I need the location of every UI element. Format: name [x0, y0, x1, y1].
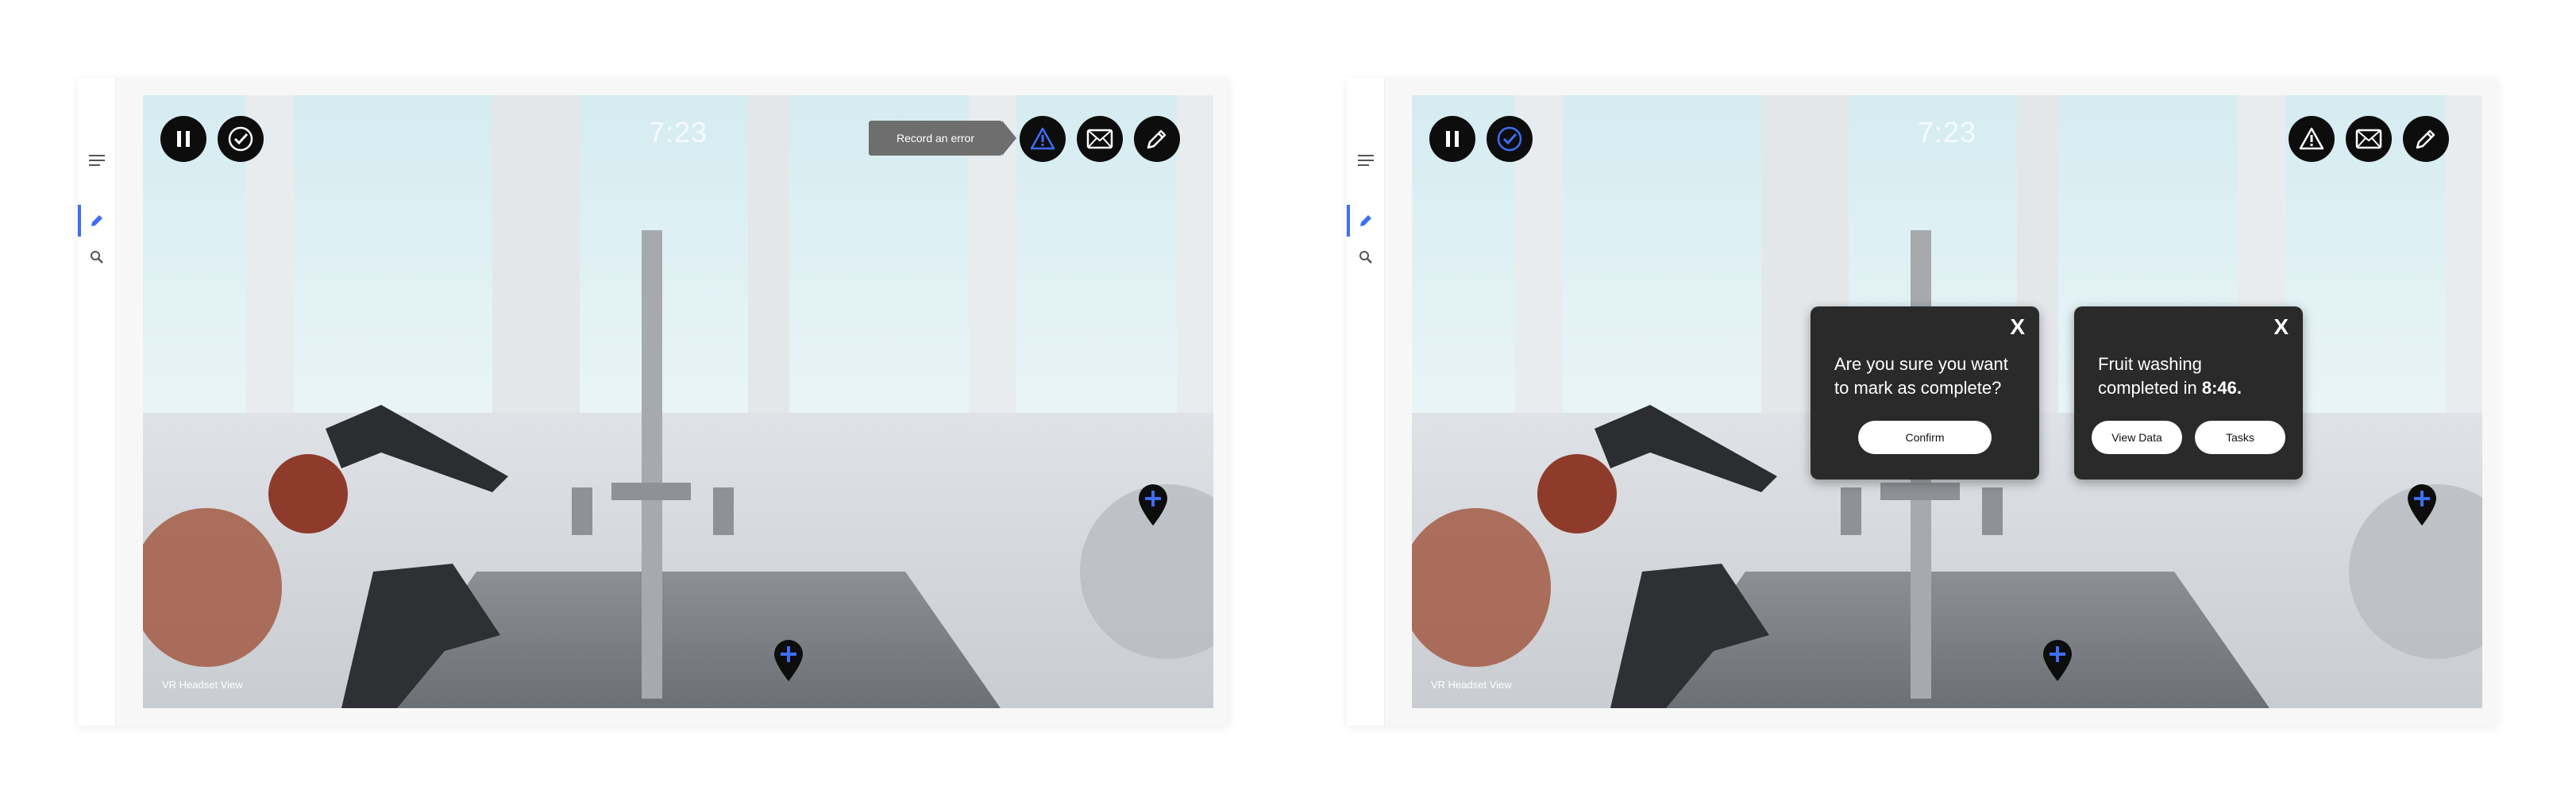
close-button[interactable]: X [2273, 314, 2289, 340]
view-data-button[interactable]: View Data [2092, 421, 2182, 454]
location-pin-icon[interactable] [773, 638, 804, 683]
session-clock: 7:23 [648, 116, 708, 148]
left-screen-panel: 7:23 Record an error VR Headset View [78, 78, 1229, 726]
confirm-complete-dialog: X Are you sure you want to mark as compl… [1811, 306, 2039, 480]
warning-icon [1030, 127, 1055, 150]
check-circle-icon [1497, 126, 1522, 152]
message-button[interactable] [1077, 116, 1123, 162]
side-rail [1347, 78, 1385, 726]
view-caption: VR Headset View [162, 679, 243, 691]
pause-icon [177, 131, 190, 147]
check-circle-icon [228, 126, 253, 152]
message-button[interactable] [2346, 116, 2392, 162]
mail-icon [1086, 129, 1113, 149]
completion-text: Fruit washing completed in [2098, 354, 2202, 398]
annotate-button[interactable] [1134, 116, 1180, 162]
annotate-button[interactable] [2403, 116, 2449, 162]
session-clock: 7:23 [1917, 116, 1977, 148]
completion-time: 8:46. [2201, 378, 2242, 398]
record-error-tooltip: Record an error [869, 121, 1016, 156]
location-pin-icon[interactable] [2406, 483, 2438, 527]
mark-complete-button[interactable] [1487, 116, 1533, 162]
dialog-message: Are you sure you want to mark as complet… [1834, 354, 2008, 398]
menu-icon[interactable] [78, 144, 116, 176]
pause-icon [1446, 131, 1459, 147]
vr-viewport[interactable]: 7:23 X Are you sure you want to mark as … [1412, 95, 2482, 708]
pencil-icon [2416, 129, 2435, 149]
warning-icon [2299, 127, 2324, 150]
confirm-button[interactable]: Confirm [1858, 421, 1992, 454]
tasks-button[interactable]: Tasks [2195, 421, 2285, 454]
pencil-icon [1147, 129, 1167, 149]
mail-icon [2355, 129, 2382, 149]
vr-scene-image [143, 95, 1213, 708]
dialog-message: Fruit washing completed in 8:46. [2098, 352, 2287, 400]
menu-icon[interactable] [1347, 144, 1385, 176]
vr-viewport[interactable]: 7:23 Record an error VR Headset View [143, 95, 1213, 708]
record-error-button[interactable] [2289, 116, 2335, 162]
side-rail [78, 78, 116, 726]
right-screen-panel: 7:23 X Are you sure you want to mark as … [1347, 78, 2498, 726]
pencil-icon[interactable] [78, 205, 116, 237]
pause-button[interactable] [160, 116, 206, 162]
pencil-icon[interactable] [1347, 205, 1385, 237]
search-icon[interactable] [78, 241, 116, 273]
location-pin-icon[interactable] [1137, 483, 1169, 527]
close-button[interactable]: X [2010, 314, 2025, 340]
mark-complete-button[interactable] [218, 116, 264, 162]
pause-button[interactable] [1429, 116, 1475, 162]
location-pin-icon[interactable] [2042, 638, 2073, 683]
task-complete-dialog: X Fruit washing completed in 8:46. View … [2074, 306, 2303, 480]
view-caption: VR Headset View [1431, 679, 1512, 691]
record-error-button[interactable] [1020, 116, 1066, 162]
search-icon[interactable] [1347, 241, 1385, 273]
